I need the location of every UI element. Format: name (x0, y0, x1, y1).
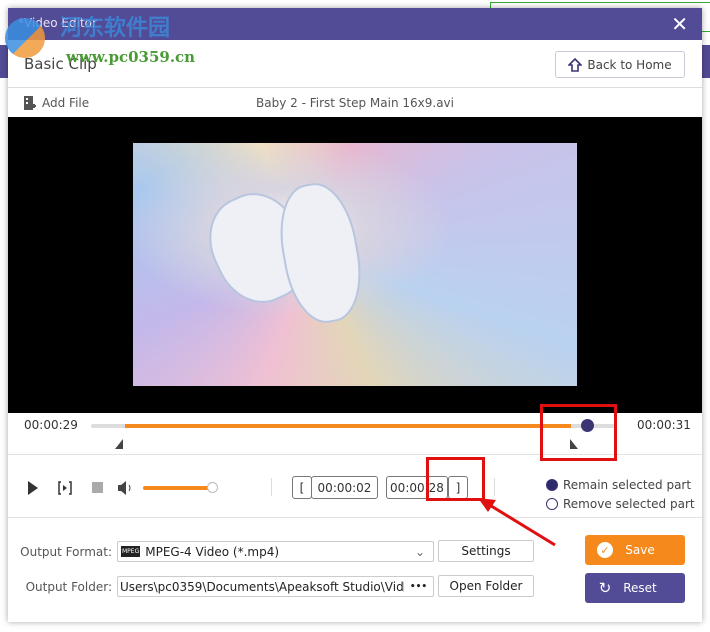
video-preview (8, 117, 702, 413)
remain-selected-radio[interactable]: Remain selected part (546, 478, 691, 492)
baby-shoe-right (271, 177, 370, 329)
remain-selected-label: Remain selected part (563, 478, 692, 492)
close-icon[interactable]: ✕ (671, 12, 688, 36)
add-file-label: Add File (42, 96, 90, 110)
output-folder-label: Output Folder: (25, 580, 112, 594)
clip-start-field[interactable]: 00:00:02 (311, 476, 378, 499)
add-file-icon (24, 96, 36, 110)
add-file-button[interactable]: Add File (24, 96, 89, 110)
watermark-url: www.pc0359.cn (66, 48, 196, 66)
annotation-box-playhead (540, 404, 617, 461)
remove-selected-radio[interactable]: Remove selected part (546, 497, 695, 511)
video-frame (133, 143, 577, 386)
play-selection-icon[interactable] (58, 481, 72, 495)
check-icon: ✓ (597, 542, 613, 558)
output-folder-field[interactable]: Users\pc0359\Documents\Apeaksoft Studio\… (117, 576, 434, 597)
divider (271, 478, 272, 496)
file-row: Baby 2 - First Step Main 16x9.avi Add Fi… (8, 94, 702, 116)
stop-icon[interactable] (92, 482, 103, 493)
start-marker-handle[interactable] (115, 439, 123, 449)
volume-handle[interactable] (207, 482, 218, 493)
output-format-value: MPEG-4 Video (*.mp4) (145, 544, 280, 559)
watermark-logo (5, 18, 45, 58)
output-format-label: Output Format: (20, 545, 112, 559)
play-icon[interactable] (28, 481, 38, 495)
save-button[interactable]: ✓ Save (585, 535, 685, 565)
output-folder-value: Users\pc0359\Documents\Apeaksoft Studio\… (120, 579, 403, 594)
video-editor-dialog: *Video Editor ✕ Basic Clip Back to Home … (8, 8, 702, 622)
save-label: Save (625, 543, 655, 557)
start-time: 00:00:29 (24, 418, 78, 432)
browse-button[interactable]: ••• (403, 581, 433, 592)
home-icon (568, 57, 583, 72)
volume-icon[interactable] (118, 481, 134, 495)
selected-range (125, 424, 571, 428)
reset-icon: ↻ (598, 579, 612, 597)
watermark-site-name: 河东软件园 (60, 15, 171, 41)
volume-slider[interactable] (143, 482, 218, 493)
end-time: 00:00:31 (637, 418, 691, 432)
back-to-home-label: Back to Home (587, 57, 672, 72)
file-name: Baby 2 - First Step Main 16x9.avi (256, 96, 454, 110)
annotation-arrow (478, 498, 556, 547)
back-to-home-button[interactable]: Back to Home (555, 51, 685, 78)
set-start-button[interactable]: [ (292, 476, 312, 499)
mpeg-icon: MPEG (121, 546, 141, 557)
timeline-track[interactable] (91, 419, 616, 432)
open-folder-button[interactable]: Open Folder (438, 575, 534, 597)
reset-button[interactable]: ↻ Reset (585, 573, 685, 603)
remove-selected-label: Remove selected part (563, 497, 695, 511)
chevron-down-icon: ⌄ (414, 544, 425, 559)
playback-controls: [ 00:00:02 00:00:28 ] Remain selected pa… (8, 456, 702, 518)
reset-label: Reset (623, 581, 657, 595)
output-format-select[interactable]: MPEG MPEG-4 Video (*.mp4) ⌄ (117, 541, 434, 562)
